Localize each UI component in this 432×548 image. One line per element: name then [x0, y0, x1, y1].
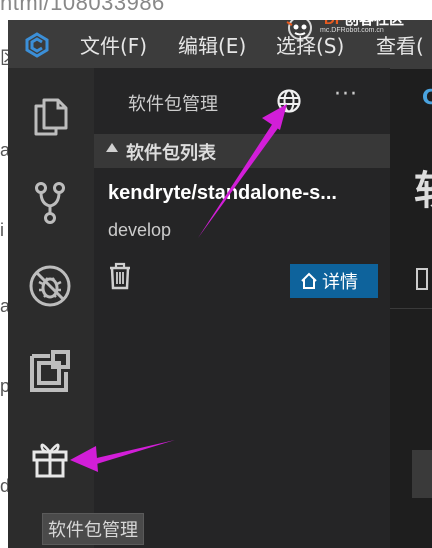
background-url-text: ntml/108033986 [0, 0, 165, 15]
details-button[interactable]: 详情 [290, 264, 378, 298]
menu-view[interactable]: 查看( [376, 30, 424, 59]
divider [390, 308, 432, 309]
collapse-triangle-icon [106, 143, 118, 152]
activity-bar [8, 68, 94, 548]
explorer-icon[interactable] [26, 92, 74, 140]
package-manager-sidebar: 软件包管理 ··· 软件包列表 kendryte/standalone-s...… [94, 68, 390, 548]
sidebar-title: 软件包管理 [128, 94, 218, 115]
editor-heading: 软 [414, 158, 432, 216]
editor-panel [412, 450, 432, 498]
package-manager-tooltip: 软件包管理 [42, 513, 144, 545]
editor-tab-label: C [422, 85, 432, 109]
globe-icon[interactable] [276, 88, 302, 114]
section-title: 软件包列表 [126, 143, 216, 164]
sidebar-header: 软件包管理 ··· [94, 68, 390, 134]
vscode-window: 文件(F) 编辑(E) 选择(S) 查看( DF创客社区 mc.DFRobot.… [8, 20, 432, 548]
watermark-logo-icon [286, 20, 312, 40]
package-manager-icon[interactable] [26, 434, 74, 482]
menu-edit[interactable]: 编辑(E) [178, 30, 246, 59]
editor-document-icon [416, 268, 428, 290]
details-button-label: 详情 [322, 272, 358, 293]
menu-bar: 文件(F) 编辑(E) 选择(S) 查看( DF创客社区 mc.DFRobot.… [8, 20, 432, 68]
watermark-subtitle: mc.DFRobot.com.cn [320, 27, 384, 34]
debug-icon[interactable] [26, 262, 74, 310]
package-branch: develop [108, 220, 172, 240]
extensions-icon[interactable] [26, 348, 74, 396]
source-control-icon[interactable] [26, 178, 74, 226]
trash-icon[interactable] [108, 262, 132, 290]
editor-area: C 软 [390, 68, 432, 548]
app-logo-icon [25, 32, 49, 58]
background-fragment: i [0, 220, 4, 240]
editor-tab[interactable]: C [390, 68, 432, 130]
package-name[interactable]: kendryte/standalone-s... [108, 182, 337, 205]
package-list-section-header[interactable]: 软件包列表 [94, 134, 390, 168]
menu-file[interactable]: 文件(F) [80, 30, 147, 59]
more-actions-button[interactable]: ··· [334, 82, 358, 107]
home-icon [301, 272, 317, 289]
